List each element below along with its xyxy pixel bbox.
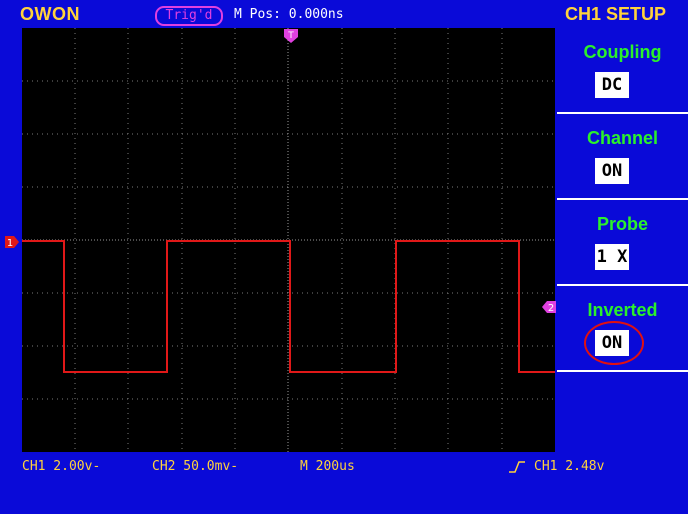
trigger-status-badge: Trig'd bbox=[155, 6, 223, 26]
menu-item-inverted[interactable]: Inverted ON bbox=[557, 286, 688, 372]
probe-value: 1 X bbox=[595, 244, 629, 270]
menu-item-probe[interactable]: Probe 1 X bbox=[557, 200, 688, 286]
menu-item-coupling[interactable]: Coupling DC bbox=[557, 28, 688, 114]
menu-title: CH1 SETUP bbox=[565, 4, 667, 24]
status-bar: OWON Trig'd M Pos: 0.000ns CH1 SETUP bbox=[0, 0, 688, 28]
waveform-graticule bbox=[22, 28, 555, 452]
bottom-status-bar: CH1 2.00v- CH2 50.0mv- M 200us CH1 2.48v bbox=[0, 455, 688, 477]
coupling-value: DC bbox=[595, 72, 629, 98]
ch2-marker-label: 2 bbox=[548, 303, 554, 314]
coupling-label: Coupling bbox=[583, 42, 662, 62]
highlight-circle bbox=[584, 321, 644, 365]
menu-item-channel[interactable]: Channel ON bbox=[557, 114, 688, 200]
ch2-scale-readout: CH2 50.0mv- bbox=[152, 459, 239, 474]
ch1-scale-readout: CH1 2.00v- bbox=[22, 459, 101, 474]
trigger-position-icon: T bbox=[284, 29, 298, 43]
waveform-display bbox=[22, 28, 555, 452]
probe-label: Probe bbox=[596, 214, 648, 234]
brand-logo: OWON bbox=[20, 4, 80, 24]
channel-label: Channel bbox=[586, 128, 658, 148]
trigger-level-readout: CH1 2.48v bbox=[534, 459, 605, 474]
inverted-label: Inverted bbox=[587, 300, 658, 320]
timebase-readout: M 200us bbox=[300, 459, 355, 474]
ch1-marker-label: 1 bbox=[7, 238, 13, 249]
ch2-level-marker-icon: 2 bbox=[542, 301, 556, 314]
rising-edge-icon bbox=[509, 461, 525, 473]
ch1-level-marker-icon: 1 bbox=[5, 236, 19, 249]
ch1-setup-menu: Coupling DC Channel ON Probe 1 X Inverte… bbox=[557, 28, 688, 452]
trigger-position-label: T bbox=[287, 31, 294, 41]
m-pos-readout: M Pos: 0.000ns bbox=[234, 7, 344, 22]
channel-value: ON bbox=[595, 158, 629, 184]
